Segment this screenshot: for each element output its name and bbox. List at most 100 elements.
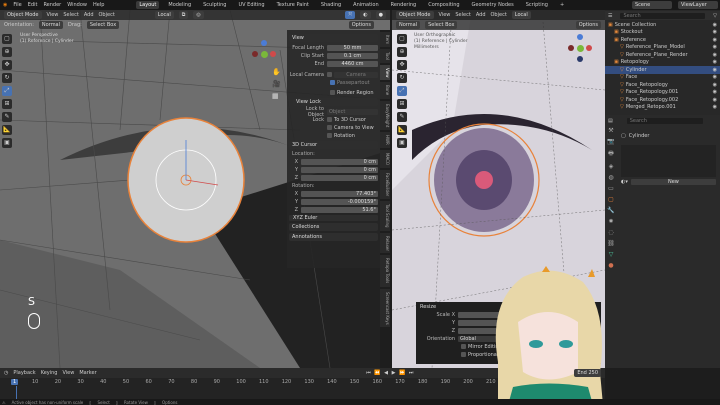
camera-view-icon[interactable]: 🎥 <box>272 80 281 88</box>
rot-y-field[interactable]: -0.000159° <box>301 198 378 205</box>
visibility-icon[interactable]: ◉ <box>713 97 717 103</box>
cursor-tool-icon[interactable]: ⊕ <box>397 47 407 57</box>
visibility-icon[interactable]: ◉ <box>713 59 717 65</box>
clip-start-field[interactable]: 0.1 cm <box>327 52 378 59</box>
object-mode-dropdown-right[interactable]: Object Mode <box>396 11 434 19</box>
menu-view[interactable]: View <box>47 12 59 18</box>
data-tab-icon[interactable]: ▽ <box>609 251 614 258</box>
tab-shading[interactable]: Shading <box>318 1 344 9</box>
visibility-icon[interactable]: ◉ <box>713 67 717 73</box>
outliner-item[interactable]: ▣ Stockout ◉ <box>605 29 720 37</box>
drag-dropdown[interactable]: Select Box <box>86 21 120 29</box>
measure-tool-icon[interactable]: 📐 <box>397 125 407 135</box>
add-workspace-button[interactable]: + <box>557 1 567 9</box>
outliner-item[interactable]: ▽ Cylinder ◉ <box>605 66 720 74</box>
overlay-toggle-icon[interactable]: ◐ <box>360 11 371 19</box>
tab-texture-paint[interactable]: Texture Paint <box>274 1 312 9</box>
outliner-search[interactable]: Search <box>620 12 706 19</box>
transform-pivot-dropdown[interactable]: Local <box>154 11 174 19</box>
visibility-icon[interactable]: ◉ <box>713 29 717 35</box>
select-box-tool-icon[interactable]: ▢ <box>2 34 12 44</box>
menu-marker[interactable]: Marker <box>79 370 96 376</box>
tab-modeling[interactable]: Modeling <box>165 1 194 9</box>
sidebar-tab-hwr[interactable]: HWR <box>380 131 390 148</box>
editor-type-icon[interactable]: ◷ <box>4 370 8 376</box>
grid-view-icon[interactable]: ▦ <box>272 92 279 100</box>
sidebar-tab-relaxer[interactable]: Relaxer <box>380 232 390 254</box>
move-tool-icon[interactable]: ✥ <box>2 60 12 70</box>
sidebar-tab-item[interactable]: Item <box>380 32 390 48</box>
navigation-gizmo[interactable] <box>250 40 280 70</box>
world-tab-icon[interactable]: ◍ <box>608 174 613 181</box>
rotate-tool-icon[interactable]: ↻ <box>2 73 12 83</box>
properties-editor-icon[interactable]: ▤ <box>608 118 613 124</box>
current-frame-indicator[interactable]: 1 <box>11 379 19 385</box>
transform-pivot-dropdown-right[interactable]: Local <box>511 11 531 19</box>
visibility-icon[interactable]: ◉ <box>713 44 717 50</box>
annotate-tool-icon[interactable]: ✎ <box>397 112 407 122</box>
scale-tool-icon[interactable]: ⤢ <box>397 86 407 96</box>
menu-select[interactable]: Select <box>63 12 78 18</box>
scene-selector[interactable]: Scene <box>632 1 672 9</box>
local-camera-checkbox[interactable] <box>327 72 332 77</box>
collection-tab-icon[interactable]: ▭ <box>608 185 614 192</box>
render-tab-icon[interactable]: 📷 <box>607 138 614 145</box>
outliner-item[interactable]: ▣ Reference ◉ <box>605 36 720 44</box>
view-section-header[interactable]: View <box>289 34 378 42</box>
sidebar-tab-easyweight[interactable]: EasyWeight <box>380 100 390 130</box>
outliner-item[interactable]: ▽ Reference_Plane_Render ◉ <box>605 51 720 59</box>
menu-edit[interactable]: Edit <box>28 2 38 8</box>
visibility-icon[interactable]: ◉ <box>713 82 717 88</box>
menu-select-right[interactable]: Select <box>455 12 470 18</box>
drag-dropdown-right[interactable]: Select Box <box>425 21 458 29</box>
sidebar-tab-maco[interactable]: MACO <box>380 149 390 168</box>
menu-help[interactable]: Help <box>93 2 104 8</box>
outliner-item[interactable]: ▣ Scene Collection ◉ <box>605 21 720 29</box>
to-3d-cursor-checkbox[interactable] <box>327 117 332 122</box>
playback-controls[interactable]: ⏮ ⏪ ◀ ▶ ⏩ ⏭ <box>366 370 414 376</box>
focal-length-field[interactable]: 50 mm <box>327 44 378 51</box>
render-region-checkbox[interactable] <box>330 90 335 95</box>
sidebar-tab-facebuilder[interactable]: FaceBuilder <box>380 169 390 199</box>
material-browse-icon[interactable]: ◐▾ <box>621 179 628 185</box>
new-material-button[interactable]: New <box>630 179 716 185</box>
loc-y-field[interactable]: 0 cm <box>301 166 378 173</box>
tab-layout[interactable]: Layout <box>136 1 160 9</box>
transform-tool-icon[interactable]: ⊞ <box>2 99 12 109</box>
sidebar-tab-tool[interactable]: Tool <box>380 49 390 63</box>
visibility-icon[interactable]: ◉ <box>713 104 717 110</box>
object-mode-dropdown[interactable]: Object Mode <box>4 11 42 19</box>
scale-tool-icon[interactable]: ⤢ <box>2 86 12 96</box>
scene-tab-icon[interactable]: ◈ <box>609 163 614 170</box>
add-cube-tool-icon[interactable]: ▣ <box>397 138 407 148</box>
orientation-dropdown-right[interactable]: Normal <box>396 21 421 29</box>
menu-view-right[interactable]: View <box>439 12 451 18</box>
constraints-tab-icon[interactable]: ⛓ <box>607 240 615 247</box>
select-box-tool-icon[interactable]: ▢ <box>397 34 407 44</box>
tab-rendering[interactable]: Rendering <box>388 1 420 9</box>
rotation-mode-dropdown[interactable]: XYZ Euler <box>289 214 378 221</box>
modifier-tab-icon[interactable]: 🔧 <box>607 207 614 214</box>
lock-object-field[interactable]: Object <box>327 108 378 115</box>
proportional-icon[interactable]: ◎ <box>193 11 204 19</box>
passepartout-checkbox[interactable] <box>330 80 335 85</box>
hand-pan-icon[interactable]: ✋ <box>272 68 281 76</box>
clip-end-field[interactable]: 4460 cm <box>327 60 378 67</box>
gizmo-toggle-icon[interactable]: ⤧ <box>345 11 356 19</box>
menu-keying[interactable]: Keying <box>41 370 58 376</box>
mirror-editing-checkbox[interactable] <box>461 344 466 349</box>
tab-animation[interactable]: Animation <box>350 1 382 9</box>
visibility-icon[interactable]: ◉ <box>713 22 717 28</box>
options-dropdown-right[interactable]: Options <box>575 21 601 29</box>
outliner-item[interactable]: ▣ Retopology ◉ <box>605 59 720 67</box>
blender-logo-icon[interactable]: ◉ <box>3 2 7 8</box>
end-frame-field[interactable]: End 250 <box>574 369 601 377</box>
transform-tool-icon[interactable]: ⊞ <box>397 99 407 109</box>
menu-window[interactable]: Window <box>67 2 87 8</box>
menu-render[interactable]: Render <box>43 2 61 8</box>
view-layer-selector[interactable]: ViewLayer <box>678 1 718 9</box>
output-tab-icon[interactable]: 🖶 <box>608 149 614 159</box>
outliner-item[interactable]: ▽ Reference_Plane_Model ◉ <box>605 44 720 52</box>
material-slot-list[interactable] <box>621 145 716 177</box>
outliner-item[interactable]: ▽ Face ◉ <box>605 74 720 82</box>
